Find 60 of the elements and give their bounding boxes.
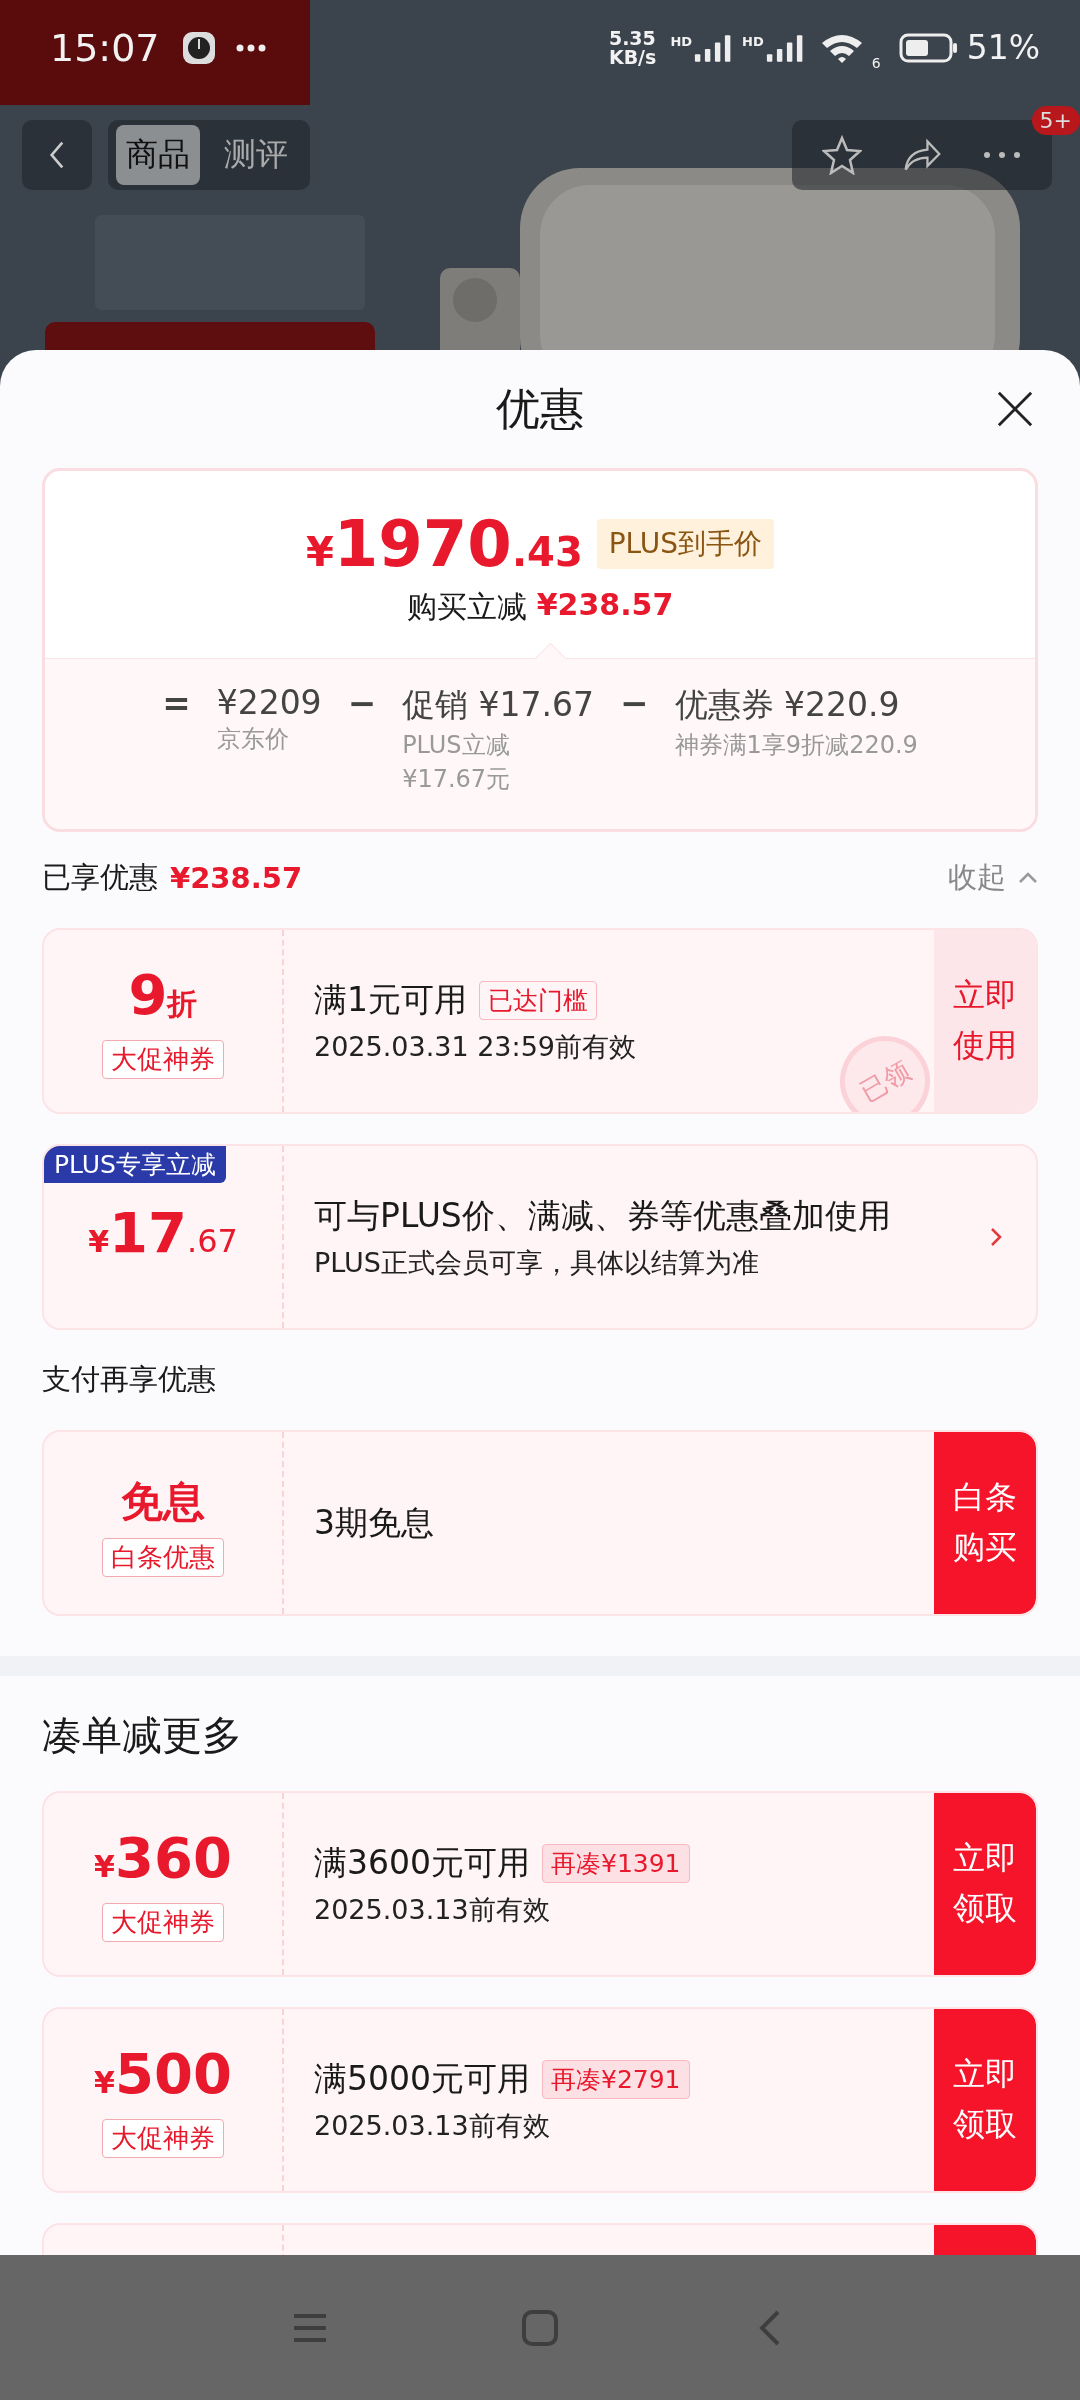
close-icon[interactable]: [996, 390, 1034, 428]
coupon-badge: 已达门槛: [479, 980, 597, 1020]
chevron-right-icon[interactable]: [990, 1227, 1002, 1247]
coupon-value: ¥17.67: [88, 1200, 238, 1267]
coupon-condition: 满1元可用: [314, 979, 467, 1021]
saving-amount: ¥238.57: [536, 587, 674, 624]
coupon-value: ¥360: [94, 1826, 232, 1892]
coupon-condition: 满3600元可用: [314, 1842, 530, 1884]
operator: −: [347, 683, 377, 725]
coupon-tag: 大促神券: [102, 1903, 224, 1942]
network-speed: 5.35 KB/s: [608, 28, 657, 67]
hd-label: HD: [742, 33, 764, 49]
coupon-action-button[interactable]: 立即 领取: [934, 1793, 1036, 1975]
price-note: 京东价: [216, 724, 290, 755]
price-component: 促销 ¥17.67: [402, 684, 595, 726]
coupon-condition: 满5000元可用: [314, 2058, 530, 2100]
price-component: ¥2209: [216, 683, 322, 722]
coupon-value: 9折: [128, 963, 198, 1029]
price-tag: PLUS到手价: [596, 519, 775, 569]
saving-label: 购买立减: [406, 588, 527, 626]
battery-icon: [898, 32, 959, 63]
plus-label: PLUS专享立减: [44, 1146, 226, 1183]
coupon-badge: 再凑¥1391: [542, 1843, 690, 1883]
more-icon: [235, 43, 266, 52]
tab[interactable]: 测评: [214, 125, 298, 185]
coupon-value: ¥500: [94, 2042, 232, 2108]
operator: =: [162, 683, 191, 725]
wifi-label: 6: [871, 55, 881, 71]
coupon-note: PLUS正式会员可享，具体以结算为准: [314, 1246, 759, 1280]
coupon-tag: 大促神券: [102, 1040, 224, 1079]
coupon-validity: 2025.03.13前有效: [314, 2109, 550, 2143]
coupon-validity: 2025.03.13前有效: [314, 1893, 550, 1927]
coupon-tag: 大促神券: [102, 2119, 224, 2158]
price-note: 神券满1享9折减220.9: [674, 730, 918, 761]
coupon-action-button[interactable]: 立即 领取: [934, 2009, 1036, 2191]
hd-label: HD: [670, 33, 693, 49]
battery-level: 51%: [966, 28, 1040, 67]
coupon-condition: 可与PLUS价、满减、券等优惠叠加使用: [314, 1195, 891, 1237]
back-icon: [48, 140, 66, 170]
enjoyed-label: 已享优惠: [42, 859, 158, 896]
coupon-badge: 再凑¥2791: [542, 2059, 690, 2099]
final-price: ¥1970.43: [305, 507, 583, 581]
enjoyed-amount: ¥238.57: [170, 861, 303, 895]
coupon-tag: 白条优惠: [102, 1537, 224, 1577]
sheet-title: 优惠: [496, 381, 584, 436]
collapse-toggle[interactable]: 收起: [948, 858, 1006, 898]
status-time: 15:07: [50, 25, 160, 70]
coupon-validity: 2025.03.31 23:59前有效: [314, 1030, 636, 1064]
tab[interactable]: 商品: [116, 125, 200, 185]
price-note: ¥17.67元: [402, 764, 512, 795]
star-icon[interactable]: [822, 135, 862, 175]
coupon-condition: 3期免息: [314, 1502, 434, 1544]
section-heading: 支付再享优惠: [42, 1361, 217, 1398]
coupon-value: 免息: [121, 1475, 205, 1528]
operator: −: [620, 683, 649, 725]
price-component: 优惠券 ¥220.9: [674, 684, 901, 726]
coupon-action-button[interactable]: 白条 购买: [934, 1432, 1036, 1614]
coupon-action-button[interactable]: 立即 使用: [934, 930, 1036, 1112]
section-heading: 凑单减更多: [42, 1711, 243, 1760]
price-note: PLUS立减: [402, 730, 511, 761]
